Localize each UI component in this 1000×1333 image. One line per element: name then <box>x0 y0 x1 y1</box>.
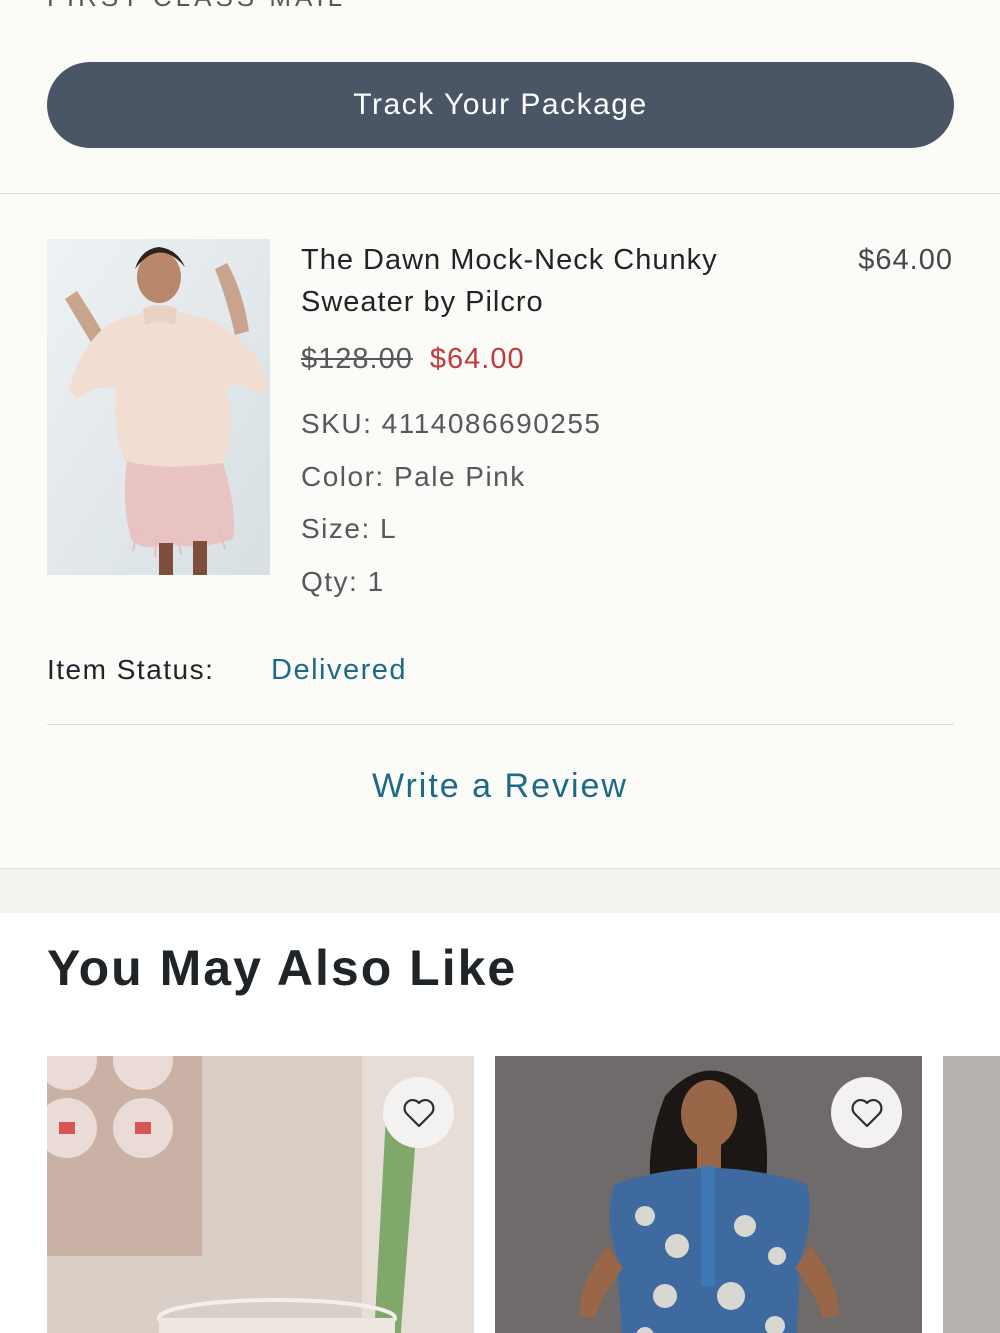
size-text: Size: L <box>301 513 398 544</box>
write-review-link[interactable]: Write a Review <box>0 767 1000 806</box>
order-item: The Dawn Mock-Neck Chunky Sweater by Pil… <box>0 195 1000 869</box>
section-separator <box>0 869 1000 913</box>
heart-icon <box>851 1098 882 1127</box>
line-item-price: $64.00 <box>858 244 953 276</box>
product-title-line-1: The Dawn Mock-Neck Chunky <box>301 244 718 276</box>
product-photo-sweater <box>47 239 270 575</box>
heart-icon <box>403 1098 434 1127</box>
price-row: $128.00 $64.00 <box>301 343 525 376</box>
recommendations-section: You May Also Like <box>0 913 1000 1333</box>
shipping-method-label: FIRST CLASS MAIL <box>47 0 346 13</box>
product-title[interactable]: The Dawn Mock-Neck Chunky Sweater by Pil… <box>301 239 801 323</box>
favorite-button[interactable] <box>831 1077 902 1148</box>
recommendation-card[interactable] <box>495 1056 922 1333</box>
favorite-button[interactable] <box>383 1077 454 1148</box>
item-status-label: Item Status: <box>47 654 215 685</box>
item-status-value: Delivered <box>271 654 407 686</box>
product-image[interactable] <box>47 239 270 575</box>
recommendation-card-partial[interactable] <box>943 1056 1000 1333</box>
recommendations-title: You May Also Like <box>47 940 518 996</box>
color-text: Color: Pale Pink <box>301 461 526 492</box>
order-details-page: FIRST CLASS MAIL Track Your Package <box>0 0 1000 1333</box>
original-price: $128.00 <box>301 343 413 375</box>
sale-price: $64.00 <box>429 343 525 375</box>
sku-text: SKU: 4114086690255 <box>301 408 602 439</box>
divider <box>47 724 954 725</box>
product-title-line-2: Sweater by Pilcro <box>301 286 544 318</box>
shipping-section: FIRST CLASS MAIL Track Your Package <box>0 0 1000 194</box>
track-package-button[interactable]: Track Your Package <box>47 62 954 148</box>
recommendation-card[interactable] <box>47 1056 474 1333</box>
qty-text: Qty: 1 <box>301 566 385 597</box>
